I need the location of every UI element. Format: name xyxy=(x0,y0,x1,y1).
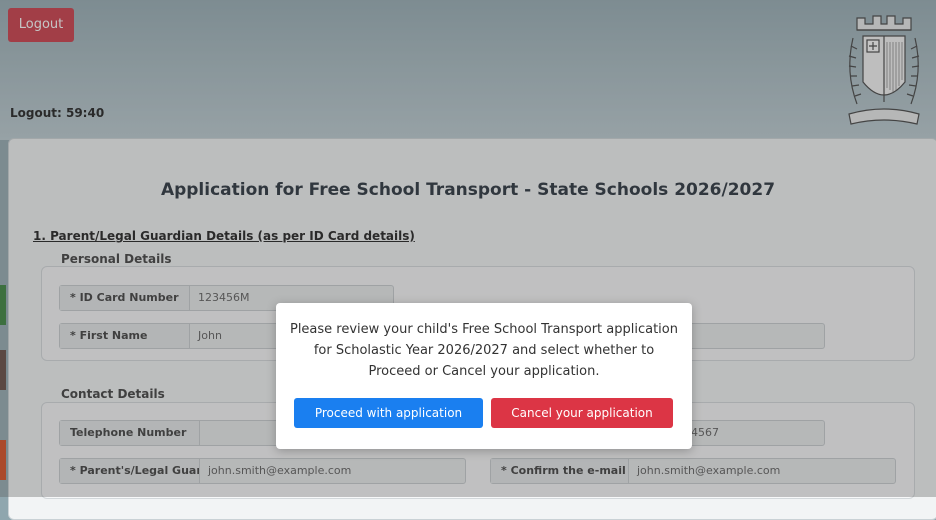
proceed-button[interactable]: Proceed with application xyxy=(294,398,483,428)
cancel-application-button[interactable]: Cancel your application xyxy=(491,398,673,428)
confirmation-modal: Please review your child's Free School T… xyxy=(276,303,692,449)
modal-message: Please review your child's Free School T… xyxy=(289,322,678,379)
